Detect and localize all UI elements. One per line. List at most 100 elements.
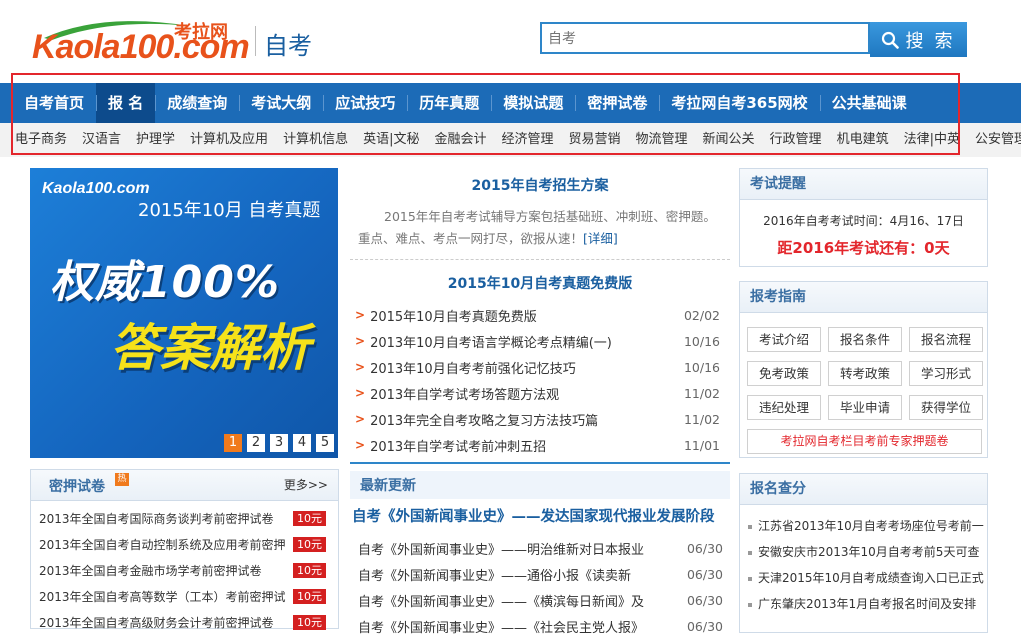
- guide-button[interactable]: 报名流程: [909, 327, 983, 352]
- banner-subheadline: 答案解析: [110, 319, 310, 377]
- divider: [350, 259, 730, 260]
- banner-page-dot[interactable]: 1: [224, 434, 242, 452]
- latest-title: 自考《外国新闻事业史》——通俗小报《读卖新: [358, 568, 632, 584]
- nav-item[interactable]: 公共基础课: [819, 83, 919, 123]
- countdown: 距2016年考试还有：0天: [777, 239, 950, 257]
- sub-nav-item[interactable]: 金融会计: [434, 123, 501, 157]
- nav-item[interactable]: 报 名: [96, 83, 156, 123]
- site-section-name: 自考: [264, 32, 312, 60]
- latest-feature-link[interactable]: 自考《外国新闻事业史》——发达国家现代报业发展阶段: [352, 505, 715, 526]
- sub-nav-item[interactable]: 新闻公关: [703, 123, 770, 157]
- search-button-label: 搜 索: [905, 30, 956, 51]
- query-item[interactable]: 广东肇庆2013年1月自考报名时间及安排: [748, 591, 987, 617]
- papers-list: 2013年全国自考国际商务谈判考前密押试卷 10元 2013年全国自考自动控制系统及…: [31, 501, 338, 635]
- promo-banner[interactable]: Kaola100.com 2015年10月 自考真题 权威100% 答案解析 1…: [30, 168, 338, 458]
- paper-item[interactable]: 2013年全国自考金融市场学考前密押试卷 10元: [39, 557, 338, 583]
- sub-nav: 电子商务 汉语言 护理学 计算机及应用 计算机信息 英语|文秘 金融会计 经济管理 贸易营销 物流…: [15, 123, 1021, 157]
- latest-list: 自考《外国新闻事业史》——明治维新对日本报业 06/30 自考《外国新闻事业史》——…: [358, 535, 723, 639]
- banner-page-dot[interactable]: 4: [293, 434, 311, 452]
- news-item[interactable]: >2013年自学考试考场答题方法观 11/02: [355, 380, 720, 406]
- headline-link[interactable]: 2015年自考招生方案: [350, 175, 730, 195]
- news-title: 2015年10月自考真题免费版: [370, 309, 537, 325]
- paper-title: 2013年全国自考高等数学（工本）考前密押试: [39, 589, 286, 604]
- bullet-icon: [748, 550, 752, 555]
- nav-item[interactable]: 成绩查询: [155, 83, 239, 123]
- news-date: 11/02: [683, 385, 720, 401]
- application-guide-panel: 报考指南 考试介绍 报名条件 报名流程 免考政策 转考政策 学习形式 违纪处理 毕业申请 获得学…: [739, 281, 988, 458]
- nav-item[interactable]: 模拟试题: [491, 83, 575, 123]
- nav-item[interactable]: 考试大纲: [239, 83, 323, 123]
- news-item[interactable]: >2013年10月自考考前强化记忆技巧 10/16: [355, 354, 720, 380]
- site-logo[interactable]: Kaola100.com 考拉网: [28, 14, 250, 70]
- latest-date: 06/30: [686, 540, 723, 556]
- nav-item[interactable]: 密押试卷: [575, 83, 659, 123]
- latest-date: 06/30: [686, 618, 723, 634]
- sub-nav-item[interactable]: 护理学: [136, 123, 190, 157]
- header-divider: [255, 26, 256, 56]
- sub-nav-item[interactable]: 行政管理: [770, 123, 837, 157]
- news-date: 10/16: [683, 333, 720, 349]
- paper-item[interactable]: 2013年全国自考自动控制系统及应用考前密押 10元: [39, 531, 338, 557]
- latest-title: 自考《外国新闻事业史》——《社会民主党人报》: [358, 620, 645, 636]
- sub-nav-item[interactable]: 公安管理: [975, 123, 1021, 157]
- nav-item[interactable]: 应试技巧: [323, 83, 407, 123]
- news-item[interactable]: >2013年自学考试考前冲刺五招 11/01: [355, 432, 720, 458]
- latest-item[interactable]: 自考《外国新闻事业史》——通俗小报《读卖新 06/30: [358, 561, 723, 587]
- search-input[interactable]: [540, 22, 870, 54]
- banner-page-dot[interactable]: 2: [247, 434, 265, 452]
- search-button[interactable]: 搜 索: [870, 22, 967, 57]
- guide-button[interactable]: 学习形式: [909, 361, 983, 386]
- guide-button[interactable]: 获得学位: [909, 395, 983, 420]
- secondary-headline-link[interactable]: 2015年10月自考真题免费版: [350, 273, 730, 293]
- guide-button[interactable]: 毕业申请: [828, 395, 902, 420]
- paper-item[interactable]: 2013年全国自考高级财务会计考前密押试卷 10元: [39, 609, 338, 635]
- news-date: 11/01: [683, 437, 720, 453]
- paper-item[interactable]: 2013年全国自考高等数学（工本）考前密押试 10元: [39, 583, 338, 609]
- guide-buttons: 考试介绍 报名条件 报名流程免考政策 转考政策 学习形式违纪处理 毕业申请 获得学位: [740, 313, 987, 420]
- panel-header: 密押试卷 热 更多>>: [31, 470, 338, 501]
- sub-nav-item[interactable]: 电子商务: [15, 123, 82, 157]
- arrow-icon: >: [355, 308, 366, 322]
- guide-button[interactable]: 转考政策: [828, 361, 902, 386]
- guide-button[interactable]: 违纪处理: [747, 395, 821, 420]
- latest-item[interactable]: 自考《外国新闻事业史》——《横滨每日新闻》及 06/30: [358, 587, 723, 613]
- sub-nav-item[interactable]: 汉语言: [82, 123, 136, 157]
- sub-nav-item[interactable]: 经济管理: [501, 123, 568, 157]
- price-badge: 10元: [293, 562, 326, 578]
- nav-item[interactable]: 历年真题: [407, 83, 491, 123]
- price-badge: 10元: [293, 536, 326, 552]
- news-date: 02/02: [683, 307, 720, 323]
- paper-item[interactable]: 2013年全国自考国际商务谈判考前密押试卷 10元: [39, 505, 338, 531]
- query-item[interactable]: 天津2015年10月自考成绩查询入口已正式: [748, 565, 987, 591]
- latest-item[interactable]: 自考《外国新闻事业史》——《社会民主党人报》 06/30: [358, 613, 723, 639]
- sub-nav-item[interactable]: 机电建筑: [837, 123, 904, 157]
- query-item[interactable]: 江苏省2013年10月自考考场座位号考前一: [748, 513, 987, 539]
- sub-nav-item[interactable]: 法律|中英: [904, 123, 975, 157]
- expert-papers-link[interactable]: 考拉网自考栏目考前专家押题卷: [747, 429, 982, 454]
- nav-item[interactable]: 考拉网自考365网校: [659, 83, 819, 123]
- sub-nav-item[interactable]: 计算机信息: [283, 123, 363, 157]
- news-title: 2013年10月自考考前强化记忆技巧: [370, 361, 576, 377]
- news-item[interactable]: >2015年10月自考真题免费版 02/02: [355, 302, 720, 328]
- news-item[interactable]: >2013年10月自考语言学概论考点精编(一) 10/16: [355, 328, 720, 354]
- latest-item[interactable]: 自考《外国新闻事业史》——明治维新对日本报业 06/30: [358, 535, 723, 561]
- details-link[interactable]: [详细]: [583, 231, 618, 246]
- description-text: 2015年年自考考试辅导方案包括基础班、冲刺班、密押题。重点、难点、考点一网打尽…: [358, 209, 716, 246]
- banner-page-dot[interactable]: 5: [316, 434, 334, 452]
- sub-nav-item[interactable]: 贸易营销: [569, 123, 636, 157]
- sub-nav-item[interactable]: 计算机及应用: [190, 123, 283, 157]
- guide-button[interactable]: 报名条件: [828, 327, 902, 352]
- banner-page-dot[interactable]: 3: [270, 434, 288, 452]
- guide-button[interactable]: 免考政策: [747, 361, 821, 386]
- panel-title: 密押试卷: [49, 479, 105, 495]
- guide-button[interactable]: 考试介绍: [747, 327, 821, 352]
- logo-text-cn: 考拉网: [174, 22, 228, 43]
- more-link[interactable]: 更多>>: [284, 470, 328, 500]
- sub-nav-item[interactable]: 英语|文秘: [363, 123, 434, 157]
- news-title: 2013年自学考试考前冲刺五招: [370, 439, 547, 455]
- query-item[interactable]: 安徽安庆市2013年10月自考考前5天可查: [748, 539, 987, 565]
- news-item[interactable]: >2013年完全自考攻略之复习方法技巧篇 11/02: [355, 406, 720, 432]
- main-nav: 自考首页报 名成绩查询 考试大纲 应试技巧 历年真题 模拟试题 密押试卷 考拉网自考365网…: [12, 83, 919, 123]
- nav-item[interactable]: 自考首页: [12, 83, 96, 123]
- sub-nav-item[interactable]: 物流管理: [636, 123, 703, 157]
